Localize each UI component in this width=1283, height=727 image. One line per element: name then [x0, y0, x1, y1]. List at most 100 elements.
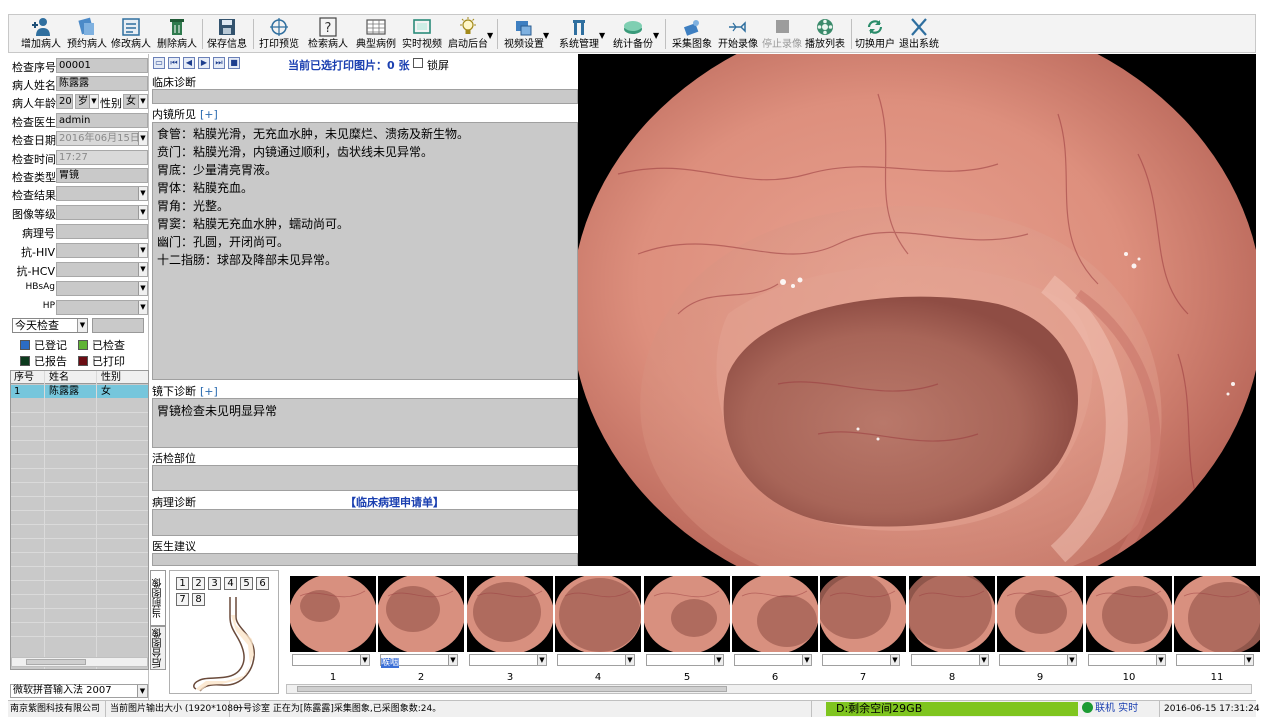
thumbnail-site-select[interactable]: ▼	[822, 654, 900, 666]
site-button-5[interactable]: 5	[240, 577, 253, 590]
start-record-button[interactable]: 开始录像	[715, 17, 761, 52]
stats-backup-dropdown-icon[interactable]: ▼	[653, 31, 659, 40]
hp-select[interactable]: ▼	[56, 300, 148, 315]
pathology-request-link[interactable]: 【临床病理申请单】	[345, 494, 444, 510]
typical-case-button[interactable]: 典型病例	[353, 17, 399, 52]
playlist-button[interactable]: 播放列表	[803, 17, 847, 52]
search-patient-button[interactable]: ? 检索病人	[303, 17, 353, 52]
site-button-4[interactable]: 4	[224, 577, 237, 590]
prev-record-icon[interactable]: ◀	[183, 57, 195, 69]
thumbnail-site-select[interactable]: ▼	[1176, 654, 1254, 666]
column-header-name[interactable]: 姓名	[49, 371, 69, 384]
exam-date-field[interactable]: 2016年06月15日 ▼	[56, 131, 148, 146]
system-admin-dropdown-icon[interactable]: ▼	[599, 31, 605, 40]
site-button-1[interactable]: 1	[176, 577, 189, 590]
add-patient-button[interactable]: 增加病人	[17, 17, 65, 52]
stats-backup-button[interactable]: 统计备份	[609, 17, 657, 52]
start-backend-button[interactable]: 启动后台	[445, 17, 491, 52]
thumbnail-site-select[interactable]: ▼	[999, 654, 1077, 666]
thumbnail-image[interactable]	[909, 576, 995, 652]
capture-image-button[interactable]: 采集图象	[669, 17, 715, 52]
hcv-select[interactable]: ▼	[56, 262, 148, 277]
site-button-2[interactable]: 2	[192, 577, 205, 590]
patient-age-field[interactable]: 20	[56, 94, 73, 109]
appointment-button[interactable]: 预约病人	[65, 17, 109, 52]
thumbnail-site-select[interactable]: ▼	[734, 654, 812, 666]
column-header-gender[interactable]: 性别	[101, 371, 121, 384]
exam-result-select[interactable]: ▼	[56, 186, 148, 201]
thumbnail-site-select[interactable]: ▼	[646, 654, 724, 666]
next-record-icon[interactable]: ▶	[198, 57, 210, 69]
gender-select[interactable]: 女 ▼	[123, 94, 148, 109]
system-admin-button[interactable]: 系统管理	[555, 17, 603, 52]
video-settings-dropdown-icon[interactable]: ▼	[543, 31, 549, 40]
thumbnail-image[interactable]	[555, 576, 641, 652]
thumbnail-site-select[interactable]: ▼	[292, 654, 370, 666]
biopsy-field[interactable]	[152, 465, 578, 491]
site-button-6[interactable]: 6	[256, 577, 269, 590]
first-record-icon[interactable]: ⏮	[168, 57, 180, 69]
thumbnail-image[interactable]	[997, 576, 1083, 652]
patient-list-hscrollbar[interactable]	[11, 657, 148, 667]
thumbnail-image[interactable]	[1174, 576, 1260, 652]
thumbnail-image[interactable]	[378, 576, 464, 652]
thumbnail-site-select[interactable]: ▼	[469, 654, 547, 666]
thumbnail-image[interactable]	[290, 576, 376, 652]
thumbnail-image[interactable]	[644, 576, 730, 652]
endo-dx-textarea[interactable]: 胃镜检查未见明显异常	[152, 398, 578, 448]
exam-time-field[interactable]: 17:27	[56, 150, 148, 165]
screen-mode-icon[interactable]: ▭	[153, 57, 165, 69]
age-unit-select[interactable]: 岁 ▼	[75, 94, 99, 109]
exam-no-field[interactable]: 00001	[56, 58, 148, 73]
thumbnail-image[interactable]	[467, 576, 553, 652]
start-backend-dropdown-icon[interactable]: ▼	[487, 31, 493, 40]
live-video-button[interactable]: 实时视频	[399, 17, 445, 52]
ime-select[interactable]: 微软拼音输入法 2007 ▼	[10, 684, 148, 698]
last-record-icon[interactable]: ⏭	[213, 57, 225, 69]
delete-patient-button[interactable]: 删除病人	[155, 17, 199, 52]
thumbnail-site-select[interactable]: ▼	[1088, 654, 1166, 666]
date-filter-select[interactable]: 今天检查 ▼	[12, 318, 88, 333]
thumbnail-site-select[interactable]: ▼	[557, 654, 635, 666]
advice-field[interactable]	[152, 553, 578, 566]
tab-current-images[interactable]: 当前图像	[150, 570, 166, 626]
tab-backend-images[interactable]: 后台图像	[150, 626, 166, 670]
thumbnail-hscrollbar[interactable]	[286, 684, 1252, 694]
toolbar-separator	[851, 19, 852, 49]
thumbnail-image[interactable]	[732, 576, 818, 652]
patient-name-field[interactable]: 陈露露	[56, 76, 148, 91]
table-row[interactable]: 1 陈露露 女	[11, 385, 148, 398]
scrollbar-thumb[interactable]	[297, 686, 727, 692]
hiv-select[interactable]: ▼	[56, 243, 148, 258]
pathology-no-field[interactable]	[56, 224, 148, 239]
exam-type-field[interactable]: 胃镜	[56, 168, 148, 183]
column-header-no[interactable]: 序号	[14, 371, 34, 384]
scrollbar-thumb[interactable]	[26, 659, 86, 665]
endo-findings-textarea[interactable]: 食管：粘膜光滑，无充血水肿，未见糜烂、溃疡及新生物。 贲门：粘膜光滑，内镜通过顺…	[152, 122, 578, 380]
thumbnail-site-select[interactable]: 喉咽 ▼	[380, 654, 458, 668]
typical-case-label: 典型病例	[356, 39, 396, 50]
stop-record-button[interactable]: 停止录像	[761, 17, 803, 52]
image-grade-select[interactable]: ▼	[56, 205, 148, 220]
exit-button[interactable]: 退出系统	[897, 17, 941, 52]
thumbnail-image[interactable]	[1086, 576, 1172, 652]
switch-user-button[interactable]: 切换用户	[853, 17, 897, 52]
filter-extra-field[interactable]	[92, 318, 144, 333]
stop-record-nav-icon[interactable]: ■	[228, 57, 240, 69]
thumbnail-site-select[interactable]: ▼	[911, 654, 989, 666]
site-button-3[interactable]: 3	[208, 577, 221, 590]
print-preview-button[interactable]: 打印预览	[257, 17, 301, 52]
hbsag-select[interactable]: ▼	[56, 281, 148, 296]
thumbnail-image[interactable]	[820, 576, 906, 652]
lock-screen-checkbox[interactable]	[413, 58, 423, 68]
doctor-field[interactable]: admin	[56, 113, 148, 128]
endo-dx-expand-button[interactable]: [+]	[200, 385, 218, 398]
pathology-dx-field[interactable]	[152, 509, 578, 536]
endoscope-live-view[interactable]	[578, 54, 1256, 566]
save-button[interactable]: 保存信息	[205, 17, 249, 52]
clinical-dx-field[interactable]	[152, 89, 578, 104]
site-button-7[interactable]: 7	[176, 593, 189, 606]
endo-findings-expand-button[interactable]: [+]	[200, 108, 218, 121]
edit-patient-button[interactable]: 修改病人	[109, 17, 153, 52]
video-settings-button[interactable]: 视频设置	[501, 17, 547, 52]
